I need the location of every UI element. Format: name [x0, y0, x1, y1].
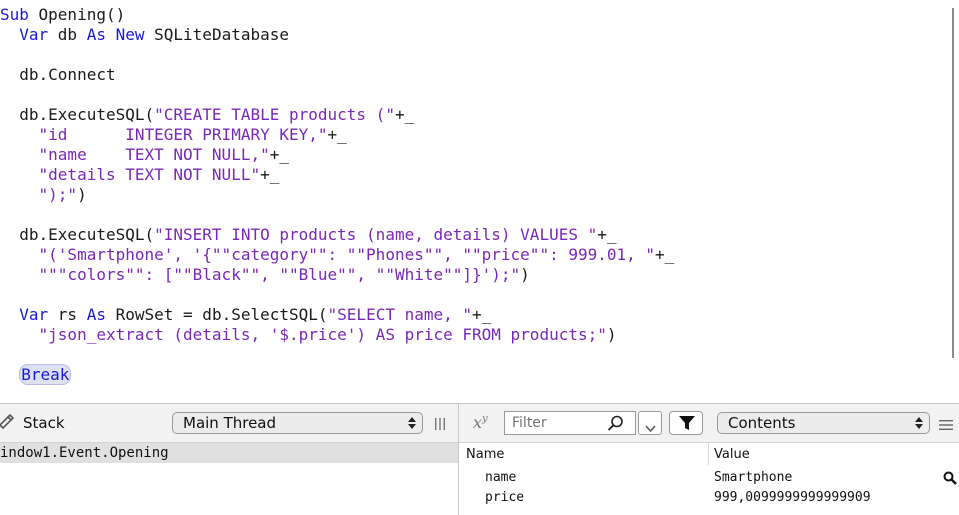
code-string: "('Smartphone', '{""category"": ""Phones…: [38, 245, 656, 264]
code-keyword: As New: [86, 25, 155, 44]
code-line[interactable]: "id INTEGER PRIMARY KEY,"+_: [0, 125, 347, 145]
code-line[interactable]: """colors"": [""Black"", ""Blue"", ""Whi…: [0, 265, 530, 285]
code-text: ): [606, 325, 617, 344]
filter-field[interactable]: [504, 411, 636, 435]
code-line[interactable]: ");"): [0, 185, 87, 205]
funnel-icon: [678, 415, 696, 436]
code-text: db.Connect: [0, 65, 116, 84]
code-string: "INSERT INTO products (name, details) VA…: [154, 225, 598, 244]
code-line[interactable]: db.ExecuteSQL("CREATE TABLE products ("+…: [0, 105, 414, 125]
filter-dropdown-button[interactable]: [638, 411, 662, 435]
columns-icon[interactable]: [434, 417, 446, 431]
variable-value: Smartphone: [714, 470, 793, 485]
thread-popup[interactable]: Main Thread: [172, 412, 423, 434]
breakpoint-statement[interactable]: Break: [19, 364, 72, 385]
code-string: ");": [38, 185, 78, 204]
code-text: +_: [472, 305, 492, 324]
code-text: db.ExecuteSQL(: [0, 225, 155, 244]
code-text: +_: [597, 225, 617, 244]
code-string: "json_extract (details, '$.price') AS pr…: [38, 325, 607, 344]
menu-icon[interactable]: [939, 417, 953, 430]
code-string: "details TEXT NOT NULL": [38, 165, 261, 184]
filter-toggle-button[interactable]: [669, 411, 703, 435]
thread-popup-label: Main Thread: [183, 414, 277, 432]
variables-toolbar: xy Contents: [459, 404, 959, 443]
variables-header: Name Value: [459, 443, 959, 465]
variable-value: 999,0099999999999909: [714, 490, 871, 505]
code-string: "SELECT name, ": [327, 305, 473, 324]
code-string: """colors"": [""Black"", ""Blue"", ""Whi…: [38, 265, 521, 284]
code-line[interactable]: db.Connect: [0, 65, 116, 85]
stack-toolbar: Stack Main Thread: [0, 404, 458, 443]
updown-arrow-icon: [408, 416, 416, 430]
debugger-panel: Stack Main Thread indow1.Event.Opening x…: [0, 403, 959, 515]
code-line[interactable]: "('Smartphone', '{""category"": ""Phones…: [0, 245, 675, 265]
code-text: +_: [327, 125, 347, 144]
code-editor[interactable]: Sub Opening() Var db As New SQLiteDataba…: [0, 0, 945, 403]
editor-scrollbar[interactable]: [945, 0, 959, 403]
view-popup-label: Contents: [728, 414, 796, 432]
variable-row[interactable]: price 999,0099999999999909: [459, 488, 959, 508]
code-line[interactable]: db.ExecuteSQL("INSERT INTO products (nam…: [0, 225, 617, 245]
column-header-name[interactable]: Name: [466, 447, 504, 462]
scrollbar-thumb[interactable]: [952, 8, 954, 358]
code-line[interactable]: "name TEXT NOT NULL,"+_: [0, 145, 289, 165]
code-keyword: Var: [19, 25, 58, 44]
variable-name: price: [485, 490, 525, 505]
stack-list[interactable]: indow1.Event.Opening: [0, 443, 458, 515]
stack-title: Stack: [23, 414, 65, 432]
code-line[interactable]: "json_extract (details, '$.price') AS pr…: [0, 325, 617, 345]
variables-pane: xy Contents: [459, 404, 959, 515]
code-text: rs: [57, 305, 87, 324]
code-text: +_: [655, 245, 675, 264]
code-line[interactable]: Break: [0, 364, 72, 385]
filter-input[interactable]: [505, 412, 607, 434]
code-line[interactable]: Sub Opening(): [0, 5, 125, 25]
code-text: db: [57, 25, 87, 44]
variable-row[interactable]: name Smartphone: [459, 468, 959, 488]
chevron-down-icon: [645, 419, 656, 437]
code-keyword: As: [86, 305, 116, 324]
code-text: Opening(): [38, 5, 126, 24]
code-string: "id INTEGER PRIMARY KEY,": [38, 125, 328, 144]
code-text: +_: [269, 145, 289, 164]
code-line[interactable]: "details TEXT NOT NULL"+_: [0, 165, 280, 185]
code-line[interactable]: Var db As New SQLiteDatabase: [0, 25, 289, 45]
xy-icon[interactable]: xy: [473, 413, 488, 432]
updown-arrow-icon: [915, 416, 923, 430]
code-string: "CREATE TABLE products (": [154, 105, 395, 124]
code-text: +_: [260, 165, 280, 184]
code-line[interactable]: Var rs As RowSet = db.SelectSQL("SELECT …: [0, 305, 491, 325]
code-text: ): [520, 265, 530, 284]
code-string: "name TEXT NOT NULL,": [38, 145, 270, 164]
variable-name: name: [485, 470, 517, 485]
stack-pane: Stack Main Thread indow1.Event.Opening: [0, 404, 458, 515]
code-text: RowSet = db.SelectSQL(: [115, 305, 328, 324]
stack-icon: [0, 413, 15, 431]
code-text: ): [77, 185, 87, 204]
code-text: db.ExecuteSQL(: [0, 105, 155, 124]
view-popup[interactable]: Contents: [717, 412, 930, 434]
code-text: SQLiteDatabase: [154, 25, 289, 44]
code-keyword: Sub: [0, 5, 39, 24]
code-text: +_: [394, 105, 415, 124]
code-keyword: Var: [19, 305, 58, 324]
stack-row[interactable]: indow1.Event.Opening: [0, 443, 458, 463]
column-header-value[interactable]: Value: [714, 447, 750, 462]
column-divider: [708, 443, 709, 465]
search-icon[interactable]: [607, 415, 625, 431]
